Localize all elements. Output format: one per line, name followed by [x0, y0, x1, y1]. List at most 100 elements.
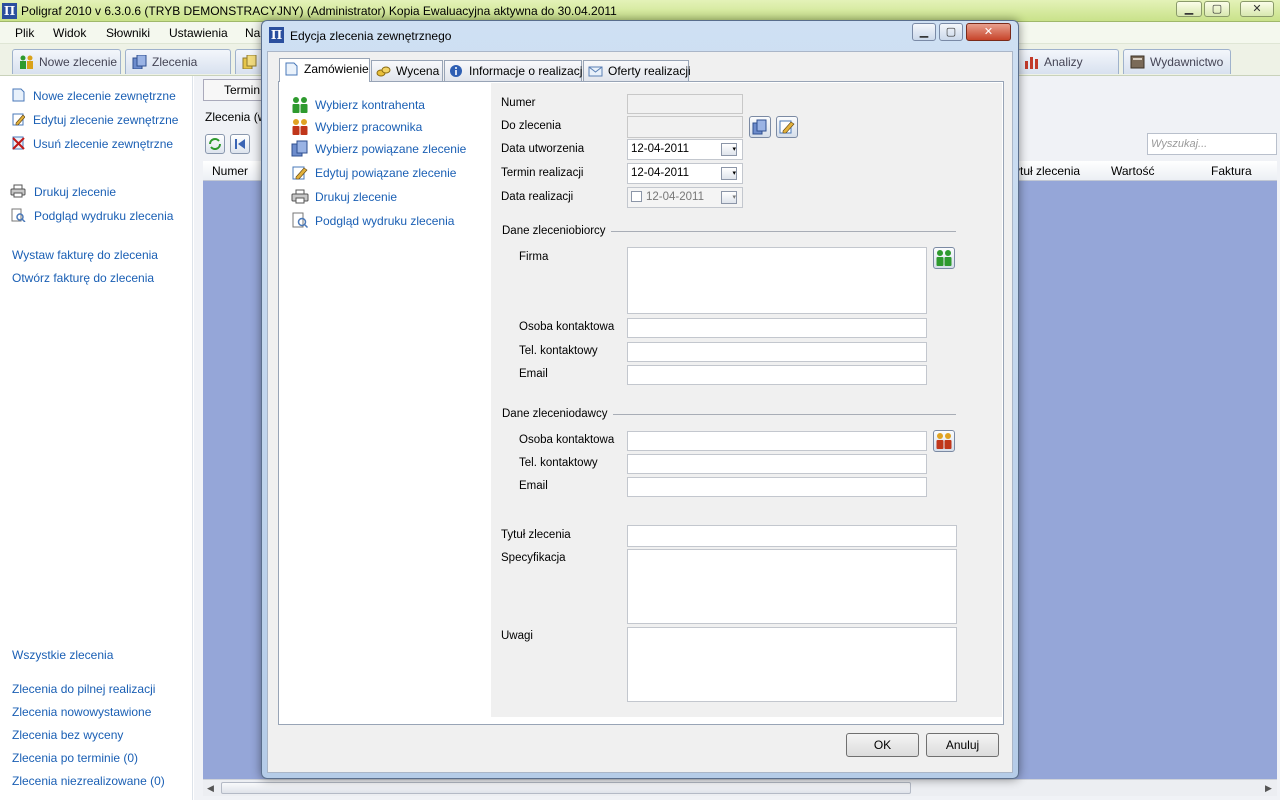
column-title[interactable]: ytuł zlecenia [1014, 164, 1080, 178]
email-field[interactable] [627, 365, 927, 385]
data-realizacji-picker[interactable]: 12-04-2011 ▾ [627, 187, 743, 208]
minimize-button[interactable]: ▁ [1176, 1, 1202, 17]
tab-wycena[interactable]: Wycena [371, 60, 443, 81]
sidebar-print-preview[interactable]: Podgląd wydruku zlecenia [10, 208, 173, 223]
new-document-icon [12, 88, 25, 102]
data-utworzenia-picker[interactable]: 12-04-2011 ▾ [627, 139, 743, 160]
sidebar-print-order[interactable]: Drukuj zlecenie [10, 184, 116, 199]
termin-picker[interactable]: 12-04-2011 ▾ [627, 163, 743, 184]
edit-related-order-link[interactable]: Edytuj powiązane zlecenie [291, 164, 456, 181]
menu-ustawienia[interactable]: Ustawienia [169, 26, 228, 40]
select-contractor-link[interactable]: Wybierz kontrahenta [291, 96, 425, 113]
filter-overdue[interactable]: Zlecenia po terminie (0) [12, 751, 138, 765]
zleceniodawca-tel-field[interactable] [627, 454, 927, 474]
select-employee-link[interactable]: Wybierz pracownika [291, 118, 422, 135]
osoba-kontaktowa-field[interactable] [627, 318, 927, 338]
cancel-button[interactable]: Anuluj [926, 733, 999, 757]
background-tab[interactable]: Termin [203, 79, 263, 101]
sidebar-new-external-order[interactable]: Nowe zlecenie zewnętrzne [12, 88, 176, 103]
sidebar-action-label: Podgląd wydruku zlecenia [34, 209, 174, 223]
edit-icon [291, 164, 309, 181]
select-contractor-button[interactable] [933, 247, 955, 269]
filter-new-orders[interactable]: Zlecenia nowowystawione [12, 705, 151, 719]
chart-icon [1024, 55, 1040, 69]
print-order-link[interactable]: Drukuj zlecenie [291, 188, 397, 205]
delete-icon [12, 136, 25, 150]
orders-label: Zlecenia (w [205, 110, 267, 124]
edit-related-order-button[interactable] [776, 116, 798, 138]
book-icon [1130, 55, 1146, 69]
dialog-minimize-button[interactable]: ▁ [912, 23, 936, 41]
email-label: Email [519, 480, 548, 492]
app-titlebar: Π Poligraf 2010 v 6.3.0.6 (TRYB DEMONSTR… [0, 0, 1280, 22]
horizontal-scrollbar[interactable]: ◀ ▶ [203, 779, 1277, 796]
menu-na[interactable]: Na [245, 26, 260, 40]
tab-informacje[interactable]: Informacje o realizacji [444, 60, 585, 81]
scroll-left-icon[interactable]: ◀ [207, 783, 214, 794]
column-number[interactable]: Numer [212, 164, 248, 178]
column-value[interactable]: Wartość [1111, 164, 1155, 178]
print-preview-icon [10, 208, 26, 223]
calendar-icon[interactable]: ▾ [721, 167, 737, 180]
menu-widok[interactable]: Widok [53, 26, 86, 40]
data-realizacji-checkbox[interactable] [631, 191, 642, 202]
calendar-icon[interactable]: ▾ [721, 143, 737, 156]
print-preview-link[interactable]: Podgląd wydruku zlecenia [291, 212, 454, 229]
dialog-close-button[interactable]: ✕ [966, 23, 1011, 41]
ok-button[interactable]: OK [846, 733, 919, 757]
refresh-button[interactable] [205, 134, 225, 154]
tytul-field[interactable] [627, 525, 957, 547]
menu-plik[interactable]: Plik [15, 26, 34, 40]
termin-label: Termin realizacji [501, 167, 584, 179]
first-record-button[interactable] [230, 134, 250, 154]
tab-publishing[interactable]: Wydawnictwo [1123, 49, 1231, 74]
data-realizacji-label: Data realizacji [501, 191, 574, 203]
edit-icon [12, 112, 26, 126]
sidebar-delete-external-order[interactable]: Usuń zlecenie zewnętrzne [12, 136, 173, 151]
select-employee-button[interactable] [933, 430, 955, 452]
zleceniodawca-email-field[interactable] [627, 477, 927, 497]
specyfikacja-field[interactable] [627, 549, 957, 624]
firma-field[interactable] [627, 247, 927, 314]
sidebar-edit-external-order[interactable]: Edytuj zlecenie zewnętrzne [12, 112, 178, 127]
scroll-right-icon[interactable]: ▶ [1265, 783, 1272, 794]
search-input[interactable]: Wyszukaj... [1147, 133, 1277, 155]
envelope-icon [588, 64, 603, 78]
filter-no-quote[interactable]: Zlecenia bez wyceny [12, 728, 123, 742]
column-invoice[interactable]: Faktura [1211, 164, 1252, 178]
tel-kontaktowy-field[interactable] [627, 342, 927, 362]
pick-related-order-button[interactable] [749, 116, 771, 138]
filter-all-orders[interactable]: Wszystkie zlecenia [12, 648, 113, 662]
dialog-maximize-button[interactable]: ▢ [939, 23, 963, 41]
data-utworzenia-value: 12-04-2011 [631, 143, 689, 155]
tab-oferty[interactable]: Oferty realizacji [583, 60, 691, 81]
numer-label: Numer [501, 97, 536, 109]
tab-new-order[interactable]: Nowe zlecenie [12, 49, 121, 74]
numer-field[interactable] [627, 94, 743, 114]
dialog-action-pane: Wybierz kontrahenta Wybierz pracownika W… [280, 83, 491, 724]
tab-analyses[interactable]: Analizy [1017, 49, 1119, 74]
tab-zamowienie[interactable]: Zamówienie [279, 58, 370, 82]
filter-urgent-orders[interactable]: Zlecenia do pilnej realizacji [12, 682, 155, 696]
skip-first-icon [235, 139, 245, 149]
info-icon [449, 64, 464, 78]
sidebar-action-label: Usuń zlecenie zewnętrzne [33, 137, 174, 151]
filter-unrealized[interactable]: Zlecenia niezrealizowane (0) [12, 774, 165, 788]
sidebar-issue-invoice[interactable]: Wystaw fakturę do zlecenia [12, 248, 158, 262]
order-form: Numer Do zlecenia Data utworzenia 12-04-… [491, 83, 1002, 717]
action-label: Wybierz powiązane zlecenie [315, 142, 467, 156]
maximize-button[interactable]: ▢ [1204, 1, 1230, 17]
tab-orders[interactable]: Zlecenia [125, 49, 231, 74]
sidebar-open-invoice[interactable]: Otwórz fakturę do zlecenia [12, 271, 154, 285]
do-zlecenia-field[interactable] [627, 116, 743, 138]
select-related-order-link[interactable]: Wybierz powiązane zlecenie [291, 140, 466, 157]
calendar-icon[interactable]: ▾ [721, 191, 737, 204]
scroll-thumb[interactable] [221, 782, 911, 794]
uwagi-field[interactable] [627, 627, 957, 702]
copy-icon [132, 54, 148, 70]
zleceniodawca-osoba-field[interactable] [627, 431, 927, 451]
close-button[interactable]: ✕ [1240, 1, 1274, 17]
section-divider [611, 231, 956, 232]
tab-analyses-label: Analizy [1044, 55, 1083, 69]
menu-slowniki[interactable]: Słowniki [106, 26, 150, 40]
